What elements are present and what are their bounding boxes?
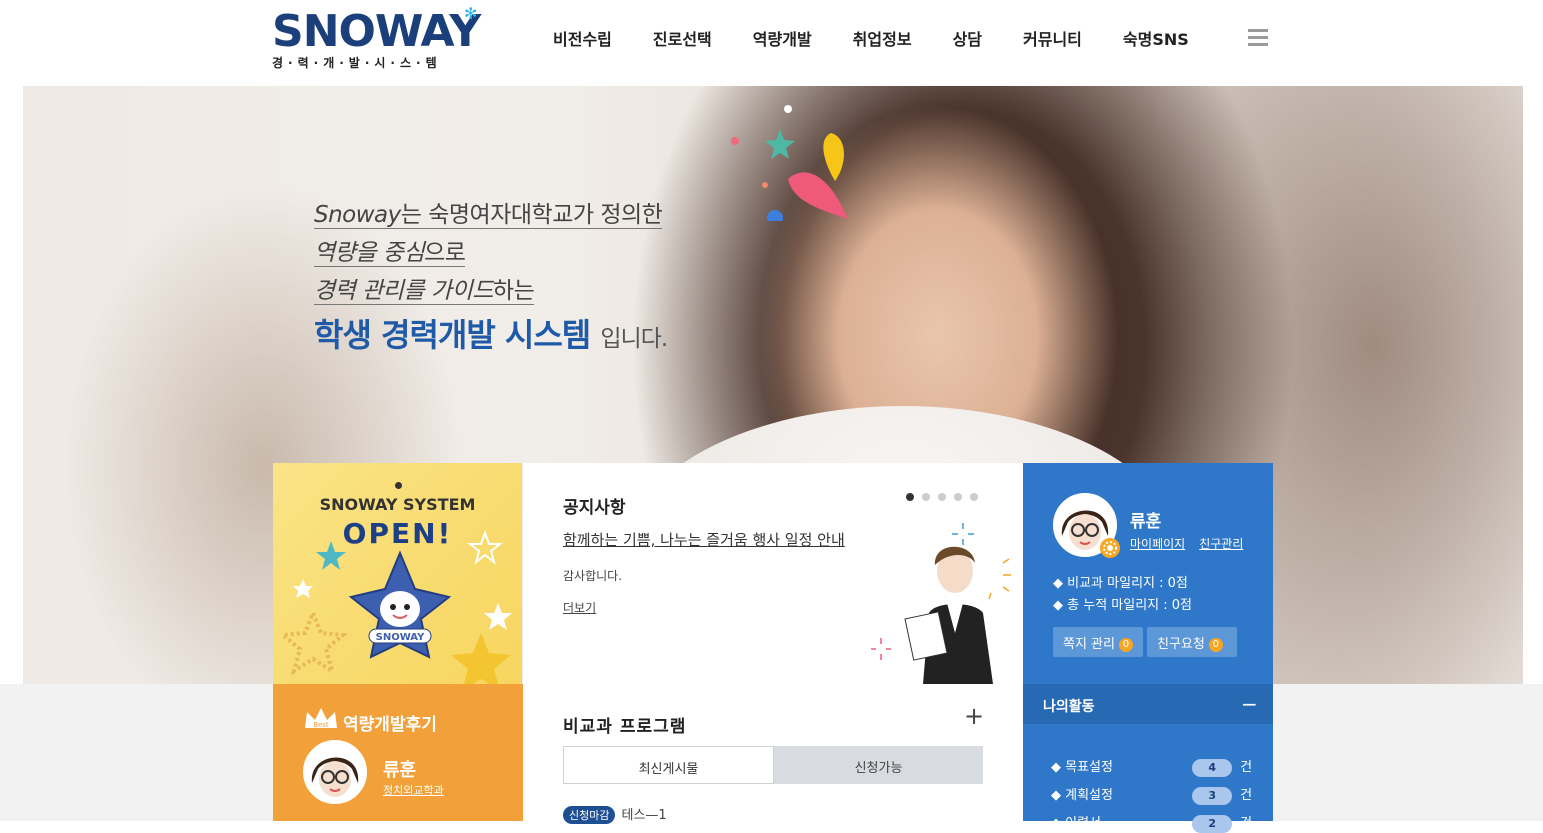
notice-pager-dot-3[interactable] [938, 493, 946, 501]
my-activity-panel: 나의활동 − ◆ 목표설정 4 건 ◆ 계획설정 3 건 ◆ 이력서 2 건 [1023, 684, 1273, 833]
review-title: 역량개발후기 [343, 715, 437, 735]
competency-review-panel[interactable]: Best 역량개발후기 류훈 정치외교학과 [273, 684, 523, 821]
notice-pager-dot-1[interactable] [906, 493, 914, 501]
closed-status-badge: 신청마감 [563, 806, 616, 824]
friend-request-button[interactable]: 친구요청 0 [1147, 627, 1237, 657]
nav-sns[interactable]: 숙명SNS [1123, 26, 1189, 50]
my-page-link[interactable]: 마이페이지 [1130, 535, 1185, 552]
nav-competency[interactable]: 역량개발 [753, 26, 812, 50]
settings-gear-icon[interactable] [1099, 537, 1121, 559]
profile-name: 류훈 [1130, 512, 1162, 532]
activity-row-plan[interactable]: ◆ 계획설정 3 건 [1051, 784, 1261, 805]
notice-more-link[interactable]: 더보기 [563, 599, 596, 616]
notice-pager-dot-2[interactable] [922, 493, 930, 501]
friend-manage-link[interactable]: 친구관리 [1199, 535, 1243, 552]
best-crown-icon: Best [305, 708, 337, 729]
snoway-mascot-icon: SNOWAY [348, 550, 452, 659]
confetti-decoration [731, 105, 848, 221]
program-tabs: 최신게시물 신청가능 [563, 746, 983, 784]
notice-headline-link[interactable]: 함께하는 기쁨, 나누는 즐거움 행사 일정 안내 [563, 529, 845, 550]
snowflake-icon: ✻ [464, 4, 478, 23]
reviewer-department-link[interactable]: 정치외교학과 [383, 782, 444, 798]
notice-pager-dot-4[interactable] [954, 493, 962, 501]
profile-panel: 류훈 마이페이지 친구관리 ◆ 비교과 마일리지 : 0점 ◆ 총 누적 마일리… [1023, 463, 1273, 684]
snoway-open-banner[interactable]: SNOWAY SYSTEM OPEN! SNOWAY [273, 463, 522, 684]
reviewer-name: 류훈 [383, 760, 417, 781]
activity-title: 나의활동 [1043, 699, 1095, 715]
site-header: SNOWAY ✻ 경·력·개·발·시·스·템 비전수립 진로선택 역량개발 취업… [0, 0, 1543, 86]
businesswoman-illustration [871, 523, 1011, 684]
tab-latest-posts[interactable]: 최신게시물 [563, 746, 774, 784]
profile-links: 마이페이지 친구관리 [1130, 535, 1257, 552]
message-manage-button[interactable]: 쪽지 관리 0 [1053, 627, 1143, 657]
nav-community[interactable]: 커뮤니티 [1023, 26, 1082, 50]
nav-counseling[interactable]: 상담 [953, 26, 982, 50]
nav-vision[interactable]: 비전수립 [553, 26, 612, 50]
notice-pager [906, 493, 986, 501]
tab-available[interactable]: 신청가능 [774, 746, 983, 784]
notice-pager-dot-5[interactable] [970, 493, 978, 501]
hero-tagline: Snoway는 숙명여자대학교가 정의한 역량을 중심으로 경력 관리를 가이드… [314, 202, 668, 354]
svg-text:Best: Best [313, 721, 329, 729]
friend-request-count-badge: 0 [1208, 638, 1223, 652]
main-nav: 비전수립 진로선택 역량개발 취업정보 상담 커뮤니티 숙명SNS [553, 26, 1230, 50]
svg-text:SNOWAY: SNOWAY [376, 632, 425, 643]
activity-row-resume[interactable]: ◆ 이력서 2 건 [1051, 812, 1261, 833]
total-mileage: ◆ 총 누적 마일리지 : 0점 [1053, 598, 1193, 613]
program-list-item[interactable]: 신청마감 테스—1 [563, 804, 667, 824]
notice-body: 감사합니다. [563, 569, 623, 583]
noncurricular-mileage: ◆ 비교과 마일리지 : 0점 [1053, 576, 1188, 591]
collapse-minus-icon[interactable]: − [1241, 692, 1258, 716]
program-panel: 비교과 프로그램 + 최신게시물 신청가능 신청마감 테스—1 [523, 684, 1023, 824]
program-title: 비교과 프로그램 [563, 717, 687, 737]
logo-wordmark: SNOWAY [272, 6, 481, 57]
reviewer-avatar [303, 740, 367, 804]
message-count-badge: 0 [1118, 638, 1133, 652]
notice-title: 공지사항 [563, 498, 626, 518]
logo-subtitle: 경·력·개·발·시·스·템 [272, 56, 442, 70]
snoway-logo[interactable]: SNOWAY ✻ 경·력·개·발·시·스·템 [272, 4, 482, 72]
nav-career-choice[interactable]: 진로선택 [653, 26, 712, 50]
nav-jobs[interactable]: 취업정보 [853, 26, 912, 50]
notice-panel: 공지사항 함께하는 기쁨, 나누는 즐거움 행사 일정 안내 감사합니다. 더보… [523, 463, 1023, 684]
activity-header[interactable]: 나의활동 − [1023, 684, 1273, 724]
program-more-plus-icon[interactable]: + [964, 704, 984, 728]
hamburger-menu-icon[interactable] [1248, 29, 1268, 47]
activity-row-goal[interactable]: ◆ 목표설정 4 건 [1051, 756, 1261, 777]
